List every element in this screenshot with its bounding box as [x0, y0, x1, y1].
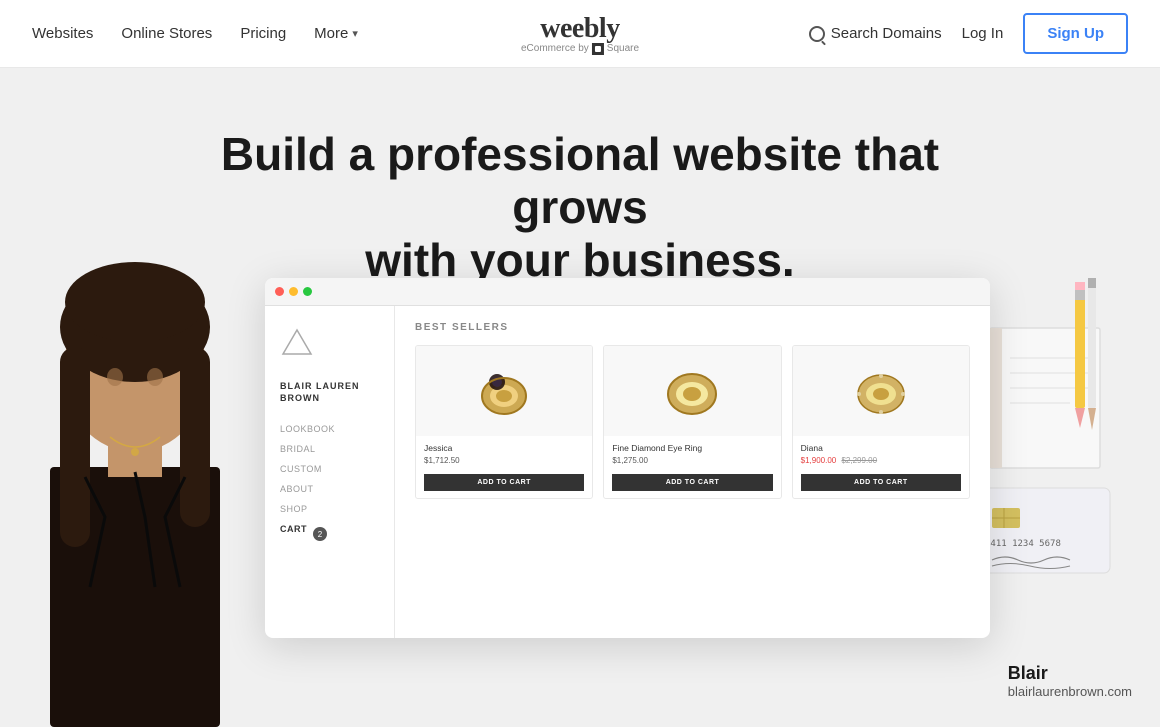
nav-online-stores[interactable]: Online Stores	[121, 25, 212, 42]
nav-more[interactable]: More ▾	[314, 25, 358, 42]
nav-left: Websites Online Stores Pricing More ▾	[32, 25, 358, 42]
mockup-sidebar: BLAIR LAUREN BROWN LOOKBOOK BRIDAL CUSTO…	[265, 306, 395, 638]
hero-section: Build a professional website that grows …	[0, 68, 1160, 727]
product-card-diana: Diana $1,900.00 $2,299.00 ADD TO CART	[792, 345, 970, 499]
sidebar-nav-about[interactable]: ABOUT	[280, 484, 379, 494]
brand-name: BLAIR LAUREN BROWN	[280, 381, 379, 404]
product-image-jessica	[416, 346, 592, 436]
sidebar-logo	[280, 326, 379, 365]
product-info-diamond: Fine Diamond Eye Ring $1,275.00 ADD TO C…	[604, 436, 780, 498]
product-image-diana	[793, 346, 969, 436]
hero-headline: Build a professional website that grows …	[170, 128, 990, 287]
person-label-url: blairlaurenbrown.com	[1008, 684, 1132, 699]
product-name-diamond: Fine Diamond Eye Ring	[612, 443, 772, 453]
original-price: $2,299.00	[841, 456, 877, 465]
square-icon	[592, 43, 604, 55]
website-mockup: BLAIR LAUREN BROWN LOOKBOOK BRIDAL CUSTO…	[265, 278, 990, 638]
nav-right: Search Domains Log In Sign Up	[809, 13, 1128, 54]
add-to-cart-diana[interactable]: ADD TO CART	[801, 474, 961, 491]
product-info-diana: Diana $1,900.00 $2,299.00 ADD TO CART	[793, 436, 969, 498]
dot-green	[303, 287, 312, 296]
signup-button[interactable]: Sign Up	[1023, 13, 1128, 54]
nav-pricing[interactable]: Pricing	[240, 25, 286, 42]
sidebar-nav-custom[interactable]: CUSTOM	[280, 464, 379, 474]
navbar: Websites Online Stores Pricing More ▾ we…	[0, 0, 1160, 68]
bestsellers-label: BEST SELLERS	[415, 322, 970, 333]
products-grid: Jessica $1,712.50 ADD TO CART	[415, 345, 970, 499]
product-card-diamond: Fine Diamond Eye Ring $1,275.00 ADD TO C…	[603, 345, 781, 499]
dot-yellow	[289, 287, 298, 296]
product-card-jessica: Jessica $1,712.50 ADD TO CART	[415, 345, 593, 499]
site-logo[interactable]: weebly eCommerce by Square	[521, 13, 639, 55]
login-link[interactable]: Log In	[962, 25, 1004, 42]
person-label-name: Blair	[1008, 663, 1132, 684]
sidebar-nav-shop[interactable]: SHOP	[280, 504, 379, 514]
product-price-diamond: $1,275.00	[612, 456, 772, 465]
svg-text:4411 1234 5678: 4411 1234 5678	[985, 539, 1061, 549]
product-name-diana: Diana	[801, 443, 961, 453]
sale-price: $1,900.00	[801, 456, 837, 465]
add-to-cart-jessica[interactable]: ADD TO CART	[424, 474, 584, 491]
product-price-jessica: $1,712.50	[424, 456, 584, 465]
mockup-titlebar	[265, 278, 990, 306]
search-icon	[809, 26, 825, 42]
product-image-diamond	[604, 346, 780, 436]
add-to-cart-diamond[interactable]: ADD TO CART	[612, 474, 772, 491]
person-image	[0, 207, 280, 727]
nav-websites[interactable]: Websites	[32, 25, 93, 42]
logo-wordmark: weebly	[521, 13, 639, 45]
product-info-jessica: Jessica $1,712.50 ADD TO CART	[416, 436, 592, 498]
search-domains-button[interactable]: Search Domains	[809, 25, 942, 42]
mockup-body: BLAIR LAUREN BROWN LOOKBOOK BRIDAL CUSTO…	[265, 306, 990, 638]
mockup-main: BEST SELLERS	[395, 306, 990, 638]
cart-badge: 2	[313, 527, 327, 541]
sidebar-nav-cart[interactable]: CART 2	[280, 524, 379, 544]
cart-label: CART	[280, 524, 307, 534]
product-price-diana: $1,900.00 $2,299.00	[801, 456, 961, 465]
person-label: Blair blairlaurenbrown.com	[1008, 663, 1132, 699]
logo-subtitle: eCommerce by Square	[521, 43, 639, 55]
decoration-right: 4411 1234 5678	[970, 268, 1140, 618]
product-name-jessica: Jessica	[424, 443, 584, 453]
sidebar-nav-bridal[interactable]: BRIDAL	[280, 444, 379, 454]
chevron-down-icon: ▾	[352, 27, 358, 40]
sidebar-nav-lookbook[interactable]: LOOKBOOK	[280, 424, 379, 434]
